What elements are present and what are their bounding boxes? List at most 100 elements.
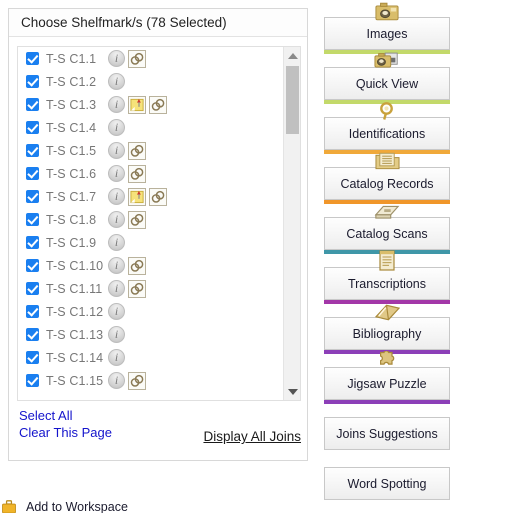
magnifier-key-icon <box>374 101 400 121</box>
action-button-catalog-scans[interactable]: Catalog Scans <box>324 205 450 254</box>
shelfmark-checkbox[interactable] <box>26 374 39 387</box>
shelfmark-label: T-S C1.13 <box>46 327 104 342</box>
shelfmark-row[interactable]: T-S C1.15 i <box>18 369 284 392</box>
shelfmark-row[interactable]: T-S C1.5 i <box>18 139 284 162</box>
shelfmark-row[interactable]: T-S C1.10 i <box>18 254 284 277</box>
shelfmark-checkbox[interactable] <box>26 167 39 180</box>
list-scrollbar[interactable] <box>283 47 300 400</box>
shelfmark-checkbox[interactable] <box>26 52 39 65</box>
row-icons: i <box>108 326 125 343</box>
row-icons: i <box>108 303 125 320</box>
action-button-identifications[interactable]: Identifications <box>324 102 450 154</box>
shelfmark-checkbox[interactable] <box>26 190 39 203</box>
join-links-icon[interactable] <box>128 279 146 298</box>
shelfmark-row[interactable]: T-S C1.8 i <box>18 208 284 231</box>
action-button-images[interactable]: Images <box>324 2 450 54</box>
action-button-label: Catalog Scans <box>346 226 428 241</box>
info-icon[interactable]: i <box>108 257 125 274</box>
row-icons: i <box>108 141 146 160</box>
shelfmark-label: T-S C1.12 <box>46 304 104 319</box>
info-icon[interactable]: i <box>108 211 125 228</box>
info-icon[interactable]: i <box>108 50 125 67</box>
camera-icon <box>374 1 400 21</box>
action-button-joins-suggestions[interactable]: Joins Suggestions <box>324 417 450 450</box>
action-button-jigsaw-puzzle[interactable]: Jigsaw Puzzle <box>324 351 450 404</box>
shelfmark-row[interactable]: T-S C1.13 i <box>18 323 284 346</box>
join-links-icon[interactable] <box>149 95 167 114</box>
join-links-icon[interactable] <box>149 187 167 206</box>
shelfmark-label: T-S C1.9 <box>46 235 97 250</box>
shelfmark-checkbox[interactable] <box>26 98 39 111</box>
scroll-up-arrow-icon[interactable] <box>284 47 300 64</box>
shelfmark-checkbox[interactable] <box>26 236 39 249</box>
shelfmark-checkbox[interactable] <box>26 282 39 295</box>
join-links-icon[interactable] <box>128 49 146 68</box>
shelfmark-label: T-S C1.14 <box>46 350 104 365</box>
shelfmark-row[interactable]: T-S C1.2 i <box>18 70 284 93</box>
action-button-label: Catalog Records <box>340 176 434 191</box>
shelfmark-label: T-S C1.11 <box>46 281 103 296</box>
info-icon[interactable]: i <box>108 96 125 113</box>
action-accent-bar <box>324 400 450 404</box>
shelfmark-checkbox[interactable] <box>26 213 39 226</box>
shelfmark-row[interactable]: T-S C1.9 i <box>18 231 284 254</box>
shelfmark-row[interactable]: T-S C1.6 i <box>18 162 284 185</box>
row-icons: i <box>108 164 146 183</box>
info-icon[interactable]: i <box>108 188 125 205</box>
row-icons: i <box>108 256 146 275</box>
info-icon[interactable]: i <box>108 372 125 389</box>
action-button-word-spotting[interactable]: Word Spotting <box>324 467 450 500</box>
shelfmark-checkbox[interactable] <box>26 75 39 88</box>
add-to-workspace-button[interactable]: Add to Workspace <box>0 500 180 513</box>
action-button-label: Word Spotting <box>347 476 427 491</box>
action-button-label: Transcriptions <box>347 276 427 291</box>
info-icon[interactable]: i <box>108 165 125 182</box>
info-icon[interactable]: i <box>108 142 125 159</box>
join-links-icon[interactable] <box>128 371 146 390</box>
shelfmark-checkbox[interactable] <box>26 121 39 134</box>
select-all-link[interactable]: Select All <box>19 407 301 424</box>
join-links-icon[interactable] <box>128 256 146 275</box>
action-button-transcriptions[interactable]: Transcriptions <box>324 250 450 304</box>
shelfmark-row[interactable]: T-S C1.14 i <box>18 346 284 369</box>
shelfmark-label: T-S C1.2 <box>46 74 97 89</box>
action-button-catalog-records[interactable]: Catalog Records <box>324 152 450 204</box>
join-links-icon[interactable] <box>128 210 146 229</box>
shelfmark-row[interactable]: T-S C1.4 i <box>18 116 284 139</box>
panel-links: Select All Clear This Page Display All J… <box>19 407 301 453</box>
open-book-icon <box>374 301 400 321</box>
document-icon <box>374 250 400 271</box>
join-links-icon[interactable] <box>128 164 146 183</box>
shelfmark-row[interactable]: T-S C1.1 i <box>18 47 284 70</box>
shelfmark-label: T-S C1.4 <box>46 120 97 135</box>
shelfmark-checkbox[interactable] <box>26 259 39 272</box>
shelfmark-label: T-S C1.3 <box>46 97 97 112</box>
scrollbar-thumb[interactable] <box>286 66 299 134</box>
pinned-note-icon[interactable] <box>128 95 146 114</box>
shelfmark-checkbox[interactable] <box>26 328 39 341</box>
shelfmark-row[interactable]: T-S C1.12 i <box>18 300 284 323</box>
choose-shelfmarks-panel: Choose Shelfmark/s (78 Selected) T-S C1.… <box>8 8 308 461</box>
shelfmark-row[interactable]: T-S C1.11 i <box>18 277 284 300</box>
info-icon[interactable]: i <box>108 73 125 90</box>
shelfmark-checkbox[interactable] <box>26 144 39 157</box>
info-icon[interactable]: i <box>108 280 125 297</box>
shelfmark-checkbox[interactable] <box>26 351 39 364</box>
info-icon[interactable]: i <box>108 326 125 343</box>
shelfmark-row[interactable]: T-S C1.7 i <box>18 185 284 208</box>
shelfmark-checkbox[interactable] <box>26 305 39 318</box>
action-button-column: Images Quick View Identifications Catalog R… <box>324 0 514 513</box>
row-icons: i <box>108 371 146 390</box>
action-button-quick-view[interactable]: Quick View <box>324 52 450 104</box>
info-icon[interactable]: i <box>108 119 125 136</box>
display-all-joins-link[interactable]: Display All Joins <box>203 429 301 444</box>
join-links-icon[interactable] <box>128 141 146 160</box>
info-icon[interactable]: i <box>108 303 125 320</box>
info-icon[interactable]: i <box>108 234 125 251</box>
action-button-bibliography[interactable]: Bibliography <box>324 304 450 354</box>
shelfmark-list: T-S C1.1 i T-S C1.2 i T-S C1.3 i T-S C1.4 i T-S … <box>18 47 284 400</box>
info-icon[interactable]: i <box>108 349 125 366</box>
pinned-note-icon[interactable] <box>128 187 146 206</box>
shelfmark-row[interactable]: T-S C1.3 i <box>18 93 284 116</box>
scroll-down-arrow-icon[interactable] <box>284 383 300 400</box>
